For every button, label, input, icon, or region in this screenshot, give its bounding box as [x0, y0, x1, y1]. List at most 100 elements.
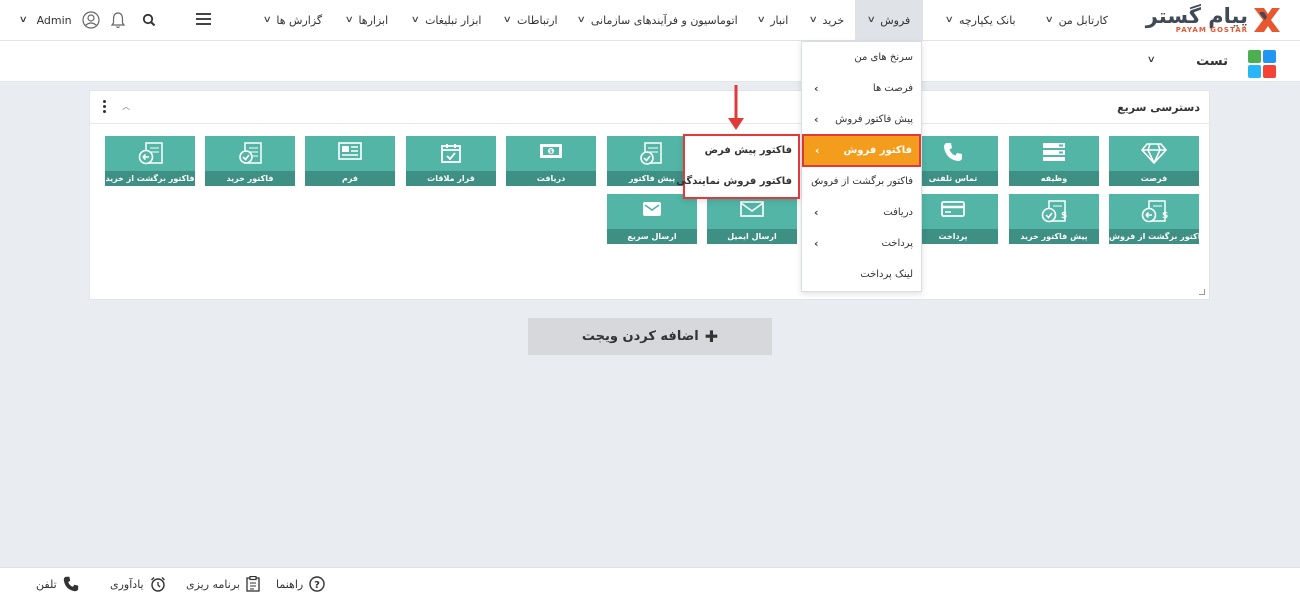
card-icon — [941, 201, 965, 217]
chevron-left-icon: ‹ — [814, 237, 819, 250]
tile-label: ارسال سریع — [607, 229, 697, 244]
proforma-icon — [640, 142, 662, 165]
nav-label: اتوماسیون و فرآیندهای سازمانی — [590, 13, 738, 27]
username[interactable]: Admin — [37, 14, 72, 27]
menu-item-label: پیش فاکتور فروش — [835, 114, 913, 125]
menu-item-label: پرداخت — [881, 238, 913, 249]
chevron-left-icon: ‹ — [814, 175, 819, 188]
tile-label: وظیفه — [1009, 171, 1099, 186]
nav-automation[interactable]: ∨ اتوماسیون و فرآیندهای سازمانی — [573, 0, 743, 40]
form-icon — [338, 142, 362, 160]
nav-purchase[interactable]: ∨ خرید — [805, 0, 849, 40]
nav-kartabl[interactable]: ∨ کارتابل من — [1032, 0, 1122, 40]
tile-opportunity[interactable]: فرصت — [1109, 136, 1199, 186]
nav-sales[interactable]: ∨ فروش — [855, 0, 923, 40]
tile-task[interactable]: وظیفه — [1009, 136, 1099, 186]
help-icon: ? — [309, 576, 325, 592]
chevron-left-icon: ‹ — [814, 206, 819, 219]
menu-item-label: دریافت — [883, 207, 913, 218]
menu-item-opportunities[interactable]: ‹ فرصت ها — [802, 73, 921, 104]
nav-label: ابزارها — [358, 13, 389, 27]
footer-label: یادآوری — [110, 577, 144, 591]
tile-label: قرار ملاقات — [406, 171, 496, 186]
svg-text:$: $ — [1162, 211, 1168, 221]
collapse-icon[interactable]: ︿ — [122, 101, 130, 112]
menu-item-my-leads[interactable]: سرنخ های من — [802, 42, 921, 73]
nav-label: کارتابل من — [1058, 13, 1109, 27]
tile-receipt[interactable]: $ دریافت — [506, 136, 596, 186]
chevron-down-icon[interactable]: ∨ — [19, 15, 28, 25]
tile-label: فاکتور برگشت از خرید — [105, 171, 195, 186]
plus-icon: ✚ — [704, 327, 719, 346]
email-icon — [740, 201, 764, 217]
search-icon[interactable] — [142, 13, 156, 27]
nav-tools[interactable]: ∨ ابزارها — [338, 0, 396, 40]
tile-quick-send[interactable]: ارسال سریع — [607, 194, 697, 244]
chevron-down-icon: ∨ — [866, 15, 876, 25]
menu-item-payment[interactable]: ‹ پرداخت — [802, 228, 921, 259]
chevron-left-icon: ‹ — [815, 144, 820, 157]
nav-reports[interactable]: ∨ گزارش ها — [256, 0, 330, 40]
tile-purchase-proforma[interactable]: $ پیش فاکتور خرید — [1009, 194, 1099, 244]
footer-phone[interactable]: تلفن — [36, 576, 79, 592]
tile-label: ارسال ایمیل — [707, 229, 797, 244]
footer-label: تلفن — [36, 577, 57, 591]
quick-send-icon — [643, 202, 661, 216]
phone-icon — [63, 576, 78, 592]
menu-item-receipt[interactable]: ‹ دریافت — [802, 197, 921, 228]
nav-warehouse[interactable]: ∨ انبار — [750, 0, 796, 40]
annotation-arrow-icon — [728, 85, 744, 130]
chevron-down-icon: ∨ — [945, 15, 955, 25]
chevron-down-icon: ∨ — [1044, 15, 1054, 25]
sales-invoice-submenu: فاکتور پیش فرض فاکتور فروش نمایندگی — [676, 134, 800, 199]
footer-toolbar: راهنما ? برنامه ریزی یادآوری تلفن — [0, 567, 1300, 600]
tile-label: فرصت — [1109, 171, 1199, 186]
menu-item-label: لینک پرداخت — [860, 269, 913, 280]
submenu-default-invoice[interactable]: فاکتور پیش فرض — [705, 145, 792, 156]
purchase-invoice-icon — [239, 142, 262, 164]
add-widget-button[interactable]: اضافه کردن ویجت ✚ — [528, 318, 772, 355]
menu-icon[interactable] — [196, 13, 211, 25]
tile-sales-return[interactable]: $ فاکتور برگشت از فروش — [1109, 194, 1199, 244]
sales-return-icon: $ — [1141, 200, 1168, 223]
top-navbar: پیام گستر PAYAM GOSTAR ∨ کارتابل من ∨ با… — [0, 0, 1300, 41]
chevron-down-icon: ∨ — [756, 15, 766, 25]
menu-item-label: سرنخ های من — [854, 52, 913, 63]
tile-form[interactable]: فرم — [305, 136, 395, 186]
user-tools: ∨ Admin — [19, 0, 156, 40]
brand-logo[interactable]: پیام گستر PAYAM GOSTAR — [1134, 4, 1282, 36]
resize-handle-icon[interactable] — [1199, 289, 1205, 295]
tile-purchase-return[interactable]: فاکتور برگشت از خرید — [105, 136, 195, 186]
footer-help[interactable]: راهنما ? — [276, 576, 325, 592]
sales-dropdown-menu: سرنخ های من ‹ فرصت ها ‹ پیش فاکتور فروش … — [801, 41, 922, 292]
alarm-icon — [150, 577, 165, 592]
svg-text:$: $ — [1061, 211, 1067, 221]
cash-icon: $ — [540, 144, 562, 158]
tile-purchase-invoice[interactable]: فاکتور خرید — [205, 136, 295, 186]
dashboard-title[interactable]: تست — [1196, 54, 1228, 69]
chevron-left-icon: ‹ — [814, 82, 819, 95]
footer-reminder[interactable]: یادآوری — [110, 576, 166, 592]
menu-item-label: فاکتور فروش — [843, 145, 913, 156]
submenu-agency-invoice[interactable]: فاکتور فروش نمایندگی — [676, 176, 792, 187]
dashboard-bar: تست ∨ — [0, 41, 1300, 82]
chevron-down-icon: ∨ — [503, 15, 513, 25]
tile-send-email[interactable]: ارسال ایمیل — [707, 194, 797, 244]
nav-label: بانک یکپارچه — [958, 13, 1016, 27]
user-avatar-icon[interactable] — [82, 11, 100, 29]
footer-planning[interactable]: برنامه ریزی — [186, 576, 260, 592]
tile-appointment[interactable]: قرار ملاقات — [406, 136, 496, 186]
menu-item-sales-invoice[interactable]: ‹ فاکتور فروش — [802, 134, 921, 167]
menu-item-payment-link[interactable]: لینک پرداخت — [802, 259, 921, 290]
menu-item-sales-proforma[interactable]: ‹ پیش فاکتور فروش — [802, 104, 921, 135]
nav-label: انبار — [770, 13, 789, 27]
bell-icon[interactable] — [110, 11, 126, 29]
brand-mark-icon — [1254, 8, 1280, 32]
menu-item-sales-return[interactable]: ‹ فاکتور برگشت از فروش — [802, 166, 921, 197]
nav-communications[interactable]: ∨ ارتباطات — [496, 0, 566, 40]
nav-advertising[interactable]: ∨ ابزار تبلیغات — [404, 0, 490, 40]
chevron-down-icon[interactable]: ∨ — [1147, 55, 1156, 65]
nav-bank[interactable]: ∨ بانک یکپارچه — [937, 0, 1025, 40]
more-options-icon[interactable] — [103, 100, 107, 114]
brand-name: پیام گستر — [1145, 4, 1248, 28]
